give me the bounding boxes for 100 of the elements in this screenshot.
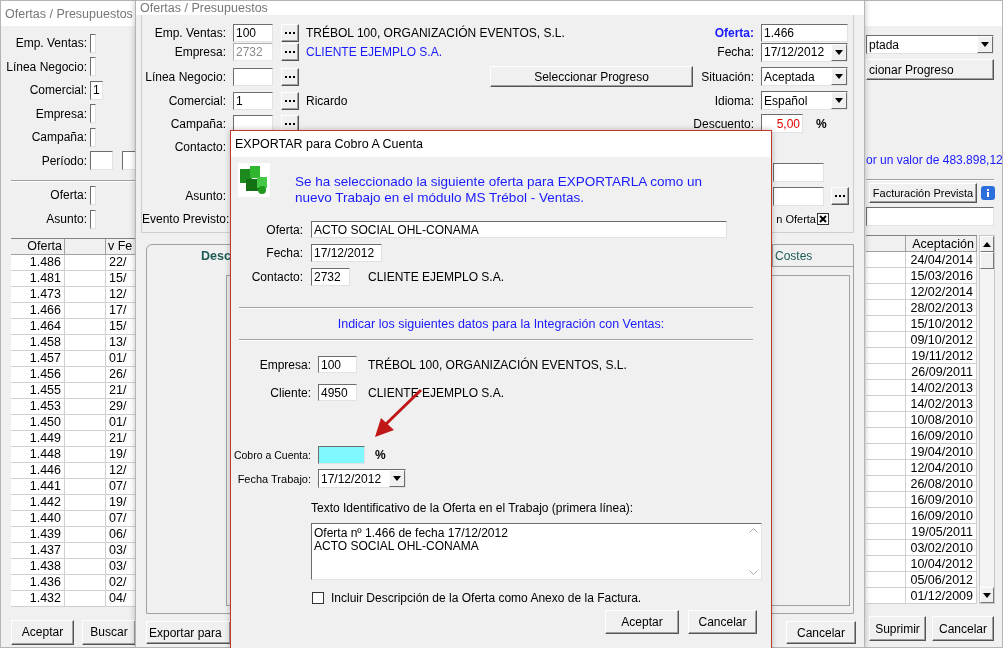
- field-label: Asunto:: [184, 189, 226, 203]
- table-cell: 1.453: [11, 398, 65, 415]
- input-field[interactable]: 1: [233, 91, 273, 110]
- column-header[interactable]: Oferta: [11, 238, 65, 255]
- checkbox-label: Incluir Descripción de la Oferta como Anexo de la Factura.: [331, 590, 642, 605]
- table-cell: 1.450: [11, 414, 65, 431]
- delete-button[interactable]: Suprimir: [869, 616, 926, 641]
- input-field[interactable]: [90, 33, 96, 53]
- input-field[interactable]: [122, 151, 136, 171]
- input-field[interactable]: [90, 151, 113, 171]
- checkbox[interactable]: [312, 591, 324, 604]
- accept-button[interactable]: Aceptar: [605, 610, 679, 634]
- input-field[interactable]: [90, 127, 96, 147]
- table-cell: 15/03/2016: [906, 268, 977, 284]
- field-label: Cobro a Cuenta:: [232, 448, 311, 461]
- table-cell: 1.437: [11, 542, 65, 559]
- input-field[interactable]: [90, 209, 96, 229]
- field-label: Contacto:: [250, 270, 303, 284]
- table-cell: [65, 254, 106, 271]
- info-message: Se ha seleccionado la siguiente oferta para EXPORTARLA como un nuevo Trabajo en el módulo MS Trébol - Ventas.: [295, 173, 703, 206]
- table-cell: [866, 476, 906, 492]
- field-label: Idioma:: [713, 93, 754, 108]
- field-label: Fecha:: [716, 45, 754, 59]
- input-field[interactable]: 1.466: [761, 24, 848, 42]
- date-dropdown[interactable]: 17/12/2012: [318, 469, 406, 488]
- table-cell: [866, 556, 906, 572]
- field-label: Oferta:: [713, 26, 754, 40]
- progress-button[interactable]: Seleccionar Progreso: [490, 66, 693, 87]
- cancel-button[interactable]: Cancelar: [688, 610, 757, 634]
- table-cell: [65, 334, 106, 351]
- description-text: TRÉBOL 100, ORGANIZACIÓN EVENTOS, S.L.: [368, 357, 627, 372]
- table-cell: [65, 430, 106, 447]
- input-field[interactable]: 100: [318, 356, 357, 373]
- text-area[interactable]: Oferta nº 1.466 de fecha 17/12/2012 ACTO SOCIAL OHL-CONAMA: [311, 523, 762, 580]
- table-cell: 1.457: [11, 350, 65, 367]
- input-field[interactable]: ACTO SOCIAL OHL-CONAMA: [311, 221, 727, 238]
- description-text: CLIENTE EJEMPLO S.A.: [368, 270, 505, 284]
- input-field[interactable]: [90, 104, 96, 124]
- select-dropdown[interactable]: 17/12/2012: [761, 42, 848, 62]
- input-field[interactable]: [90, 185, 96, 205]
- table-cell: [866, 460, 906, 476]
- accept-button[interactable]: Aceptar: [11, 619, 74, 645]
- input-field[interactable]: [233, 67, 273, 86]
- cancel-button[interactable]: Cancelar: [932, 616, 994, 641]
- billing-forecast-button[interactable]: Facturación Prevista: [869, 183, 977, 203]
- table-cell: [866, 332, 906, 348]
- search-button[interactable]: Buscar: [82, 619, 136, 645]
- table-cell: 14/02/2013: [906, 396, 977, 412]
- table-cell: [65, 318, 106, 335]
- lookup-button[interactable]: [281, 91, 299, 110]
- progress-button[interactable]: cionar Progreso: [866, 59, 994, 80]
- table-cell: 28/02/2013: [906, 300, 977, 316]
- column-header[interactable]: [65, 238, 106, 255]
- check-mark-icon: [819, 214, 827, 223]
- select-dropdown[interactable]: Aceptada: [761, 67, 848, 86]
- field-label: Fecha:: [265, 246, 303, 260]
- input-field[interactable]: [773, 186, 824, 206]
- input-field[interactable]: 100: [233, 24, 273, 42]
- tab[interactable]: Desc: [201, 249, 231, 263]
- lookup-button[interactable]: [281, 43, 299, 61]
- section-heading: Indicar los siguientes datos para la Integración con Ventas:: [337, 316, 665, 332]
- lookup-button[interactable]: [281, 24, 299, 42]
- input-field[interactable]: [90, 57, 96, 77]
- table-cell: 1.486: [11, 254, 65, 271]
- table-cell: [65, 446, 106, 463]
- checkbox-label: n Oferta: [776, 212, 816, 225]
- field-label: Línea Negocio:: [5, 59, 87, 74]
- table-cell: 12/04/2010: [906, 460, 977, 476]
- scrollbar[interactable]: [979, 235, 995, 604]
- window-title: Ofertas / Presupuestos: [140, 1, 268, 15]
- input-field[interactable]: [773, 162, 824, 182]
- table-cell: [866, 284, 906, 300]
- column-header[interactable]: Aceptación: [906, 236, 977, 252]
- checkbox[interactable]: [817, 212, 829, 225]
- status-dropdown[interactable]: ptada: [866, 35, 994, 54]
- caret-icon: [835, 98, 843, 103]
- input-field[interactable]: [866, 207, 994, 226]
- info-icon[interactable]: [981, 186, 995, 200]
- discount-field[interactable]: 5,00: [761, 114, 803, 133]
- cancel-button[interactable]: Cancelar: [786, 621, 856, 644]
- table-cell: [866, 268, 906, 284]
- column-header[interactable]: v Fe: [106, 238, 136, 255]
- export-button[interactable]: Exportar para: [146, 621, 231, 644]
- input-field[interactable]: [318, 445, 365, 464]
- table-cell: 09/10/2012: [906, 332, 977, 348]
- table-cell: 1.448: [11, 446, 65, 463]
- scroll-thumb[interactable]: [980, 252, 994, 269]
- caret-icon: [835, 74, 843, 79]
- table-cell: 16/09/2010: [906, 428, 977, 444]
- lookup-button[interactable]: [831, 187, 849, 205]
- select-dropdown[interactable]: Español: [761, 91, 848, 110]
- field-label: Descuento:: [692, 116, 754, 131]
- table-cell: [65, 462, 106, 479]
- input-field[interactable]: 4950: [318, 384, 357, 401]
- input-field[interactable]: 1: [90, 80, 103, 100]
- input-field[interactable]: 2732: [311, 268, 350, 286]
- input-field[interactable]: 17/12/2012: [311, 244, 382, 262]
- lookup-button[interactable]: [281, 67, 299, 86]
- table-cell: [65, 398, 106, 415]
- table-cell: 1.473: [11, 286, 65, 303]
